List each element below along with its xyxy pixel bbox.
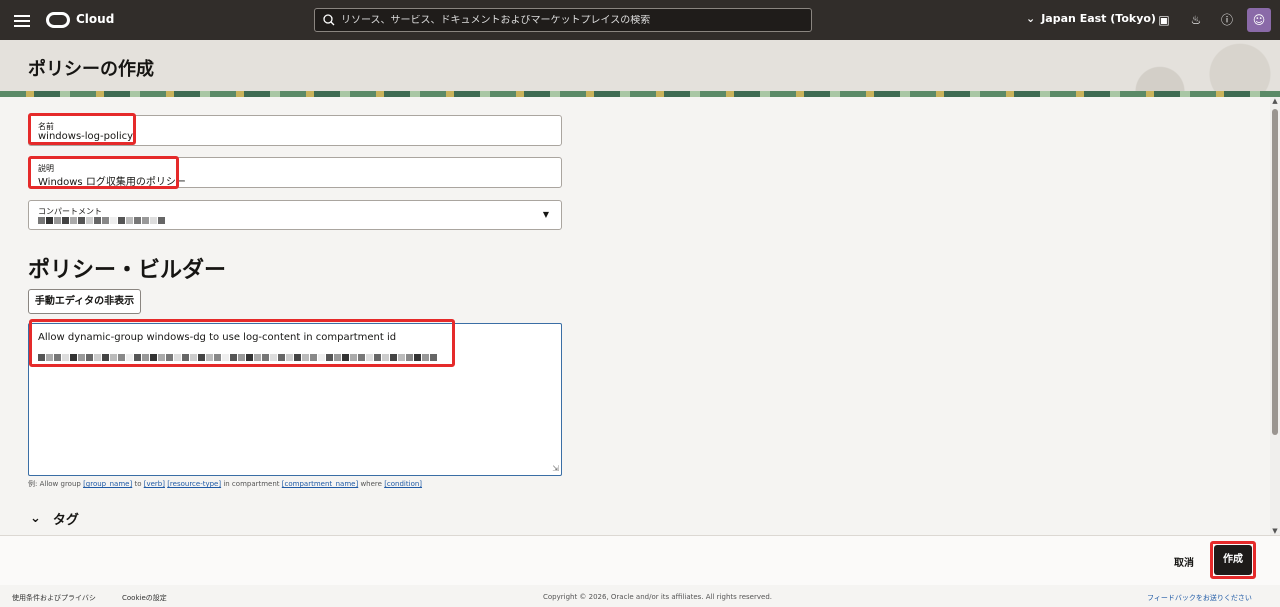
banner-decoration xyxy=(1080,40,1280,97)
hint-verb-link[interactable]: [verb] xyxy=(144,480,165,488)
policy-syntax-hint: 例: Allow group [group_name] to [verb] [r… xyxy=(28,479,422,489)
hint-to: to xyxy=(134,480,142,488)
description-field[interactable]: 説明 Windows ログ収集用のポリシー xyxy=(28,157,562,188)
create-button[interactable]: 作成 xyxy=(1214,545,1252,575)
chevron-down-icon: ⌄ xyxy=(30,511,41,526)
search-box[interactable] xyxy=(314,8,812,32)
hint-prefix: 例: Allow group xyxy=(28,480,81,488)
cancel-button[interactable]: 取消 xyxy=(1174,554,1194,569)
hint-where: where xyxy=(360,480,382,488)
feedback-link[interactable]: フィードバックをお送りください xyxy=(1147,593,1252,603)
compartment-value-redacted xyxy=(38,216,166,227)
profile-avatar-icon[interactable]: ☺ xyxy=(1247,8,1271,32)
terms-privacy-link[interactable]: 使用条件およびプライバシ xyxy=(12,593,96,603)
scroll-up-icon[interactable]: ▲ xyxy=(1271,97,1279,105)
tags-section-toggle[interactable]: ⌄ タグ xyxy=(30,509,79,528)
cookie-settings-link[interactable]: Cookieの設定 xyxy=(122,593,167,603)
hint-compartment-link[interactable]: [compartment_name] xyxy=(282,480,358,488)
oracle-logo-icon[interactable] xyxy=(46,12,70,28)
scrollbar-thumb[interactable] xyxy=(1272,109,1278,435)
menu-icon[interactable] xyxy=(12,12,32,28)
cloud-shell-icon[interactable]: ▣ xyxy=(1155,11,1173,29)
region-selector[interactable]: ⌄ Japan East (Tokyo) xyxy=(1026,12,1156,25)
resize-handle-icon[interactable]: ⇲ xyxy=(552,464,559,473)
tags-label: タグ xyxy=(52,513,79,528)
compartment-select[interactable]: コンパートメント ▼ xyxy=(28,200,562,230)
bell-icon[interactable]: ♨ xyxy=(1187,11,1205,29)
top-bar: Cloud ⌄ Japan East (Tokyo) ▣ ♨ ⓘ ☺ xyxy=(0,0,1280,40)
brand-name[interactable]: Cloud xyxy=(76,12,114,26)
scroll-down-icon[interactable]: ▼ xyxy=(1271,527,1279,535)
region-label: Japan East (Tokyo) xyxy=(1041,12,1156,25)
search-input[interactable] xyxy=(341,14,801,26)
policy-statement-line: Allow dynamic-group windows-dg to use lo… xyxy=(38,332,397,343)
name-input-value[interactable]: windows-log-policy xyxy=(38,131,133,142)
page-title: ポリシーの作成 xyxy=(28,59,154,80)
policy-builder-title: ポリシー・ビルダー xyxy=(28,258,227,283)
scrollbar[interactable]: ▲ ▼ xyxy=(1270,97,1280,535)
hint-group-link[interactable]: [group_name] xyxy=(83,480,132,488)
page-footer: 使用条件およびプライバシ Cookieの設定 Copyright © 2026,… xyxy=(0,585,1280,607)
dropdown-arrow-icon: ▼ xyxy=(542,210,549,219)
hint-in: in compartment xyxy=(223,480,280,488)
page-banner xyxy=(0,40,1280,97)
action-bar: 取消 作成 xyxy=(0,535,1280,585)
policy-statement-redacted xyxy=(38,346,438,361)
help-icon[interactable]: ⓘ xyxy=(1218,11,1236,29)
form-content: 名前 windows-log-policy 説明 Windows ログ収集用のポ… xyxy=(0,97,1270,535)
chevron-down-icon: ⌄ xyxy=(1026,12,1036,25)
hide-manual-editor-button[interactable]: 手動エディタの非表示 xyxy=(28,289,141,314)
hint-condition-link[interactable]: [condition] xyxy=(384,480,422,488)
policy-statement-editor[interactable]: Allow dynamic-group windows-dg to use lo… xyxy=(28,323,562,476)
copyright-text: Copyright © 2026, Oracle and/or its affi… xyxy=(543,593,772,601)
name-field[interactable]: 名前 windows-log-policy xyxy=(28,115,562,146)
description-input-value[interactable]: Windows ログ収集用のポリシー xyxy=(38,173,186,188)
hint-resource-link[interactable]: [resource-type] xyxy=(167,480,221,488)
search-icon xyxy=(323,14,335,26)
